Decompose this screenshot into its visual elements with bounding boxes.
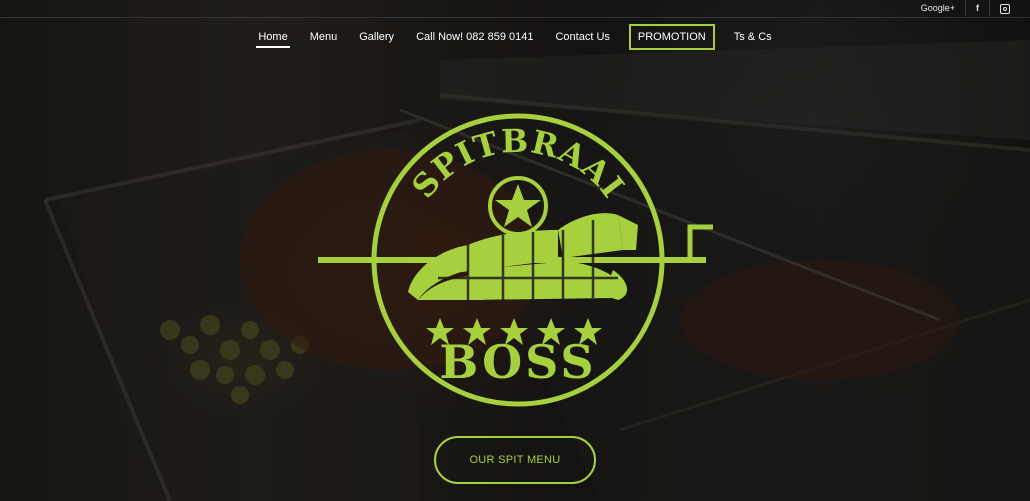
nav-promotion-button[interactable]: PROMOTION (628, 24, 715, 50)
top-divider (0, 17, 1030, 18)
nav-contact-us[interactable]: Contact Us (553, 24, 611, 50)
nav-menu[interactable]: Menu (308, 24, 340, 50)
google-plus-link[interactable]: Google+ (911, 0, 965, 16)
star-icon (495, 184, 541, 227)
spitbraai-boss-logo: SPITBRAAI BOSS (318, 110, 716, 412)
roast-meat-icon (408, 213, 638, 300)
social-bar: Google+ f (911, 0, 1030, 16)
nav-ts-and-cs[interactable]: Ts & Cs (732, 24, 774, 50)
main-navigation: Home Menu Gallery Call Now! 082 859 0141… (0, 24, 1030, 50)
instagram-link[interactable] (989, 0, 1020, 16)
our-spit-menu-button[interactable]: OUR SPIT MENU (434, 436, 596, 484)
nav-call-now[interactable]: Call Now! 082 859 0141 (414, 24, 535, 50)
instagram-icon (1000, 3, 1010, 14)
nav-home[interactable]: Home (256, 24, 291, 50)
logo-bottom-text: BOSS (439, 335, 596, 389)
facebook-icon[interactable]: f (965, 0, 989, 16)
nav-gallery[interactable]: Gallery (357, 24, 396, 50)
